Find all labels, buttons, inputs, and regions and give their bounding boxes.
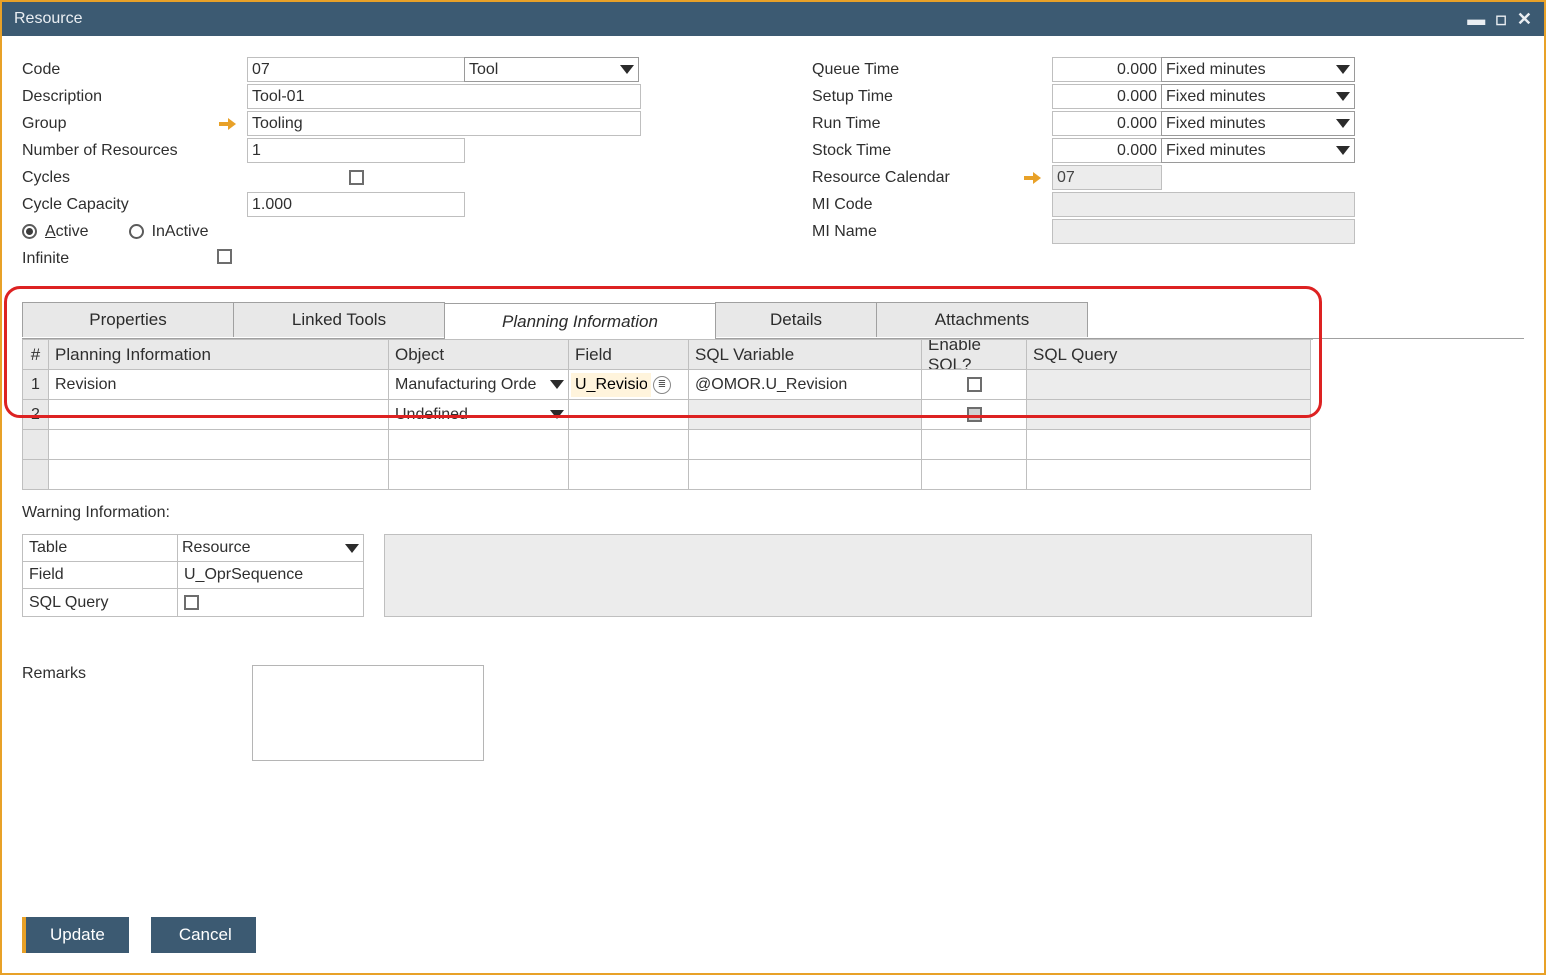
col-header-sql-variable[interactable]: SQL Variable <box>689 340 922 370</box>
link-arrow-icon[interactable] <box>1024 171 1042 185</box>
cell-field[interactable]: ≣ <box>569 370 689 400</box>
description-input[interactable]: Tool-01 <box>247 84 641 109</box>
table-row[interactable]: 1 Revision Manufacturing Orde ≣ @OMOR.U_… <box>23 370 1313 400</box>
tab-planning-information[interactable]: Planning Information <box>444 303 716 339</box>
cell-sql-query[interactable] <box>1027 370 1311 400</box>
remarks-textarea[interactable] <box>252 665 484 761</box>
chevron-down-icon <box>1336 146 1350 155</box>
code-label: Code <box>22 61 247 79</box>
run-input[interactable]: 0.000 <box>1052 111 1162 136</box>
rescal-label: Resource Calendar <box>812 169 950 187</box>
chevron-down-icon <box>550 410 564 419</box>
infinite-checkbox[interactable] <box>217 249 232 264</box>
col-header-field[interactable]: Field <box>569 340 689 370</box>
active-radio[interactable]: Active <box>22 223 89 241</box>
cycles-checkbox[interactable] <box>349 170 364 185</box>
cyclecap-label: Cycle Capacity <box>22 196 247 214</box>
remarks-label: Remarks <box>22 665 212 761</box>
row-number: 2 <box>23 400 49 430</box>
cell-planning-info[interactable]: Revision <box>49 370 389 400</box>
cell-sql-variable[interactable] <box>689 400 922 430</box>
stock-label: Stock Time <box>812 142 1052 160</box>
description-label: Description <box>22 88 247 106</box>
chevron-down-icon <box>1336 119 1350 128</box>
numres-input[interactable]: 1 <box>247 138 465 163</box>
tabbar: Properties Linked Tools Planning Informa… <box>22 302 1524 339</box>
type-select[interactable]: Tool <box>464 57 639 82</box>
warn-sql-query-box[interactable] <box>384 534 1312 617</box>
setup-input[interactable]: 0.000 <box>1052 84 1162 109</box>
chevron-down-icon <box>550 380 564 389</box>
choose-from-list-icon[interactable]: ≣ <box>653 376 671 394</box>
infinite-label: Infinite <box>22 250 217 268</box>
cell-enable-sql[interactable] <box>922 400 1027 430</box>
miname-label: MI Name <box>812 223 1052 241</box>
col-header-planning-info[interactable]: Planning Information <box>49 340 389 370</box>
micode-label: MI Code <box>812 196 1052 214</box>
tab-properties[interactable]: Properties <box>22 302 234 337</box>
group-input[interactable]: Tooling <box>247 111 641 136</box>
chevron-down-icon <box>345 544 359 553</box>
table-row[interactable] <box>23 430 1313 460</box>
inactive-radio[interactable]: InActive <box>129 223 209 241</box>
warn-sql-checkbox[interactable] <box>184 595 199 610</box>
tab-attachments[interactable]: Attachments <box>876 302 1088 337</box>
cyclecap-input[interactable]: 1.000 <box>247 192 465 217</box>
close-icon[interactable]: ✕ <box>1517 2 1532 36</box>
warning-form: Table Resource Field U_OprSequence SQL Q… <box>22 534 364 617</box>
chevron-down-icon <box>620 65 634 74</box>
warn-sql-label: SQL Query <box>23 589 178 616</box>
micode-input <box>1052 192 1355 217</box>
table-row[interactable] <box>23 460 1313 490</box>
warn-table-label: Table <box>23 535 178 562</box>
group-label: Group <box>22 115 66 133</box>
field-input[interactable] <box>571 373 651 397</box>
numres-label: Number of Resources <box>22 142 247 160</box>
update-button[interactable]: Update <box>22 917 129 953</box>
queue-label: Queue Time <box>812 61 1052 79</box>
link-arrow-icon[interactable] <box>219 117 237 131</box>
row-number: 1 <box>23 370 49 400</box>
col-header-num: # <box>23 340 49 370</box>
cell-field[interactable] <box>569 400 689 430</box>
warn-field-label: Field <box>23 562 178 589</box>
stock-unit-select[interactable]: Fixed minutes <box>1161 138 1355 163</box>
cell-planning-info[interactable] <box>49 400 389 430</box>
cell-sql-query[interactable] <box>1027 400 1311 430</box>
titlebar[interactable]: Resource ▬ ◻ ✕ <box>2 2 1544 36</box>
queue-input[interactable]: 0.000 <box>1052 57 1162 82</box>
cell-sql-variable[interactable]: @OMOR.U_Revision <box>689 370 922 400</box>
col-header-enable-sql[interactable]: Enable SQL? <box>922 340 1027 370</box>
run-label: Run Time <box>812 115 1052 133</box>
chevron-down-icon <box>1336 92 1350 101</box>
setup-unit-select[interactable]: Fixed minutes <box>1161 84 1355 109</box>
chevron-down-icon <box>1336 65 1350 74</box>
cell-object-select[interactable]: Undefined <box>389 400 569 430</box>
setup-label: Setup Time <box>812 88 1052 106</box>
warning-title: Warning Information: <box>22 504 1524 522</box>
cell-enable-sql[interactable] <box>922 370 1027 400</box>
warn-table-select[interactable]: Resource <box>178 535 363 562</box>
run-unit-select[interactable]: Fixed minutes <box>1161 111 1355 136</box>
minimize-icon[interactable]: ▬ <box>1467 2 1485 36</box>
rescal-input: 07 <box>1052 165 1162 190</box>
cycles-label: Cycles <box>22 169 247 187</box>
queue-unit-select[interactable]: Fixed minutes <box>1161 57 1355 82</box>
maximize-icon[interactable]: ◻ <box>1495 2 1507 36</box>
cell-object-select[interactable]: Manufacturing Orde <box>389 370 569 400</box>
col-header-sql-query[interactable]: SQL Query <box>1027 340 1311 370</box>
planning-grid: # Planning Information Object Field SQL … <box>22 339 1313 490</box>
table-row[interactable]: 2 Undefined <box>23 400 1313 430</box>
window-title: Resource <box>14 2 82 36</box>
col-header-object[interactable]: Object <box>389 340 569 370</box>
code-input[interactable]: 07 <box>247 57 465 82</box>
stock-input[interactable]: 0.000 <box>1052 138 1162 163</box>
cancel-button[interactable]: Cancel <box>151 917 256 953</box>
miname-input <box>1052 219 1355 244</box>
tab-details[interactable]: Details <box>715 302 877 337</box>
warn-field-value[interactable]: U_OprSequence <box>178 562 363 589</box>
tab-linked-tools[interactable]: Linked Tools <box>233 302 445 337</box>
